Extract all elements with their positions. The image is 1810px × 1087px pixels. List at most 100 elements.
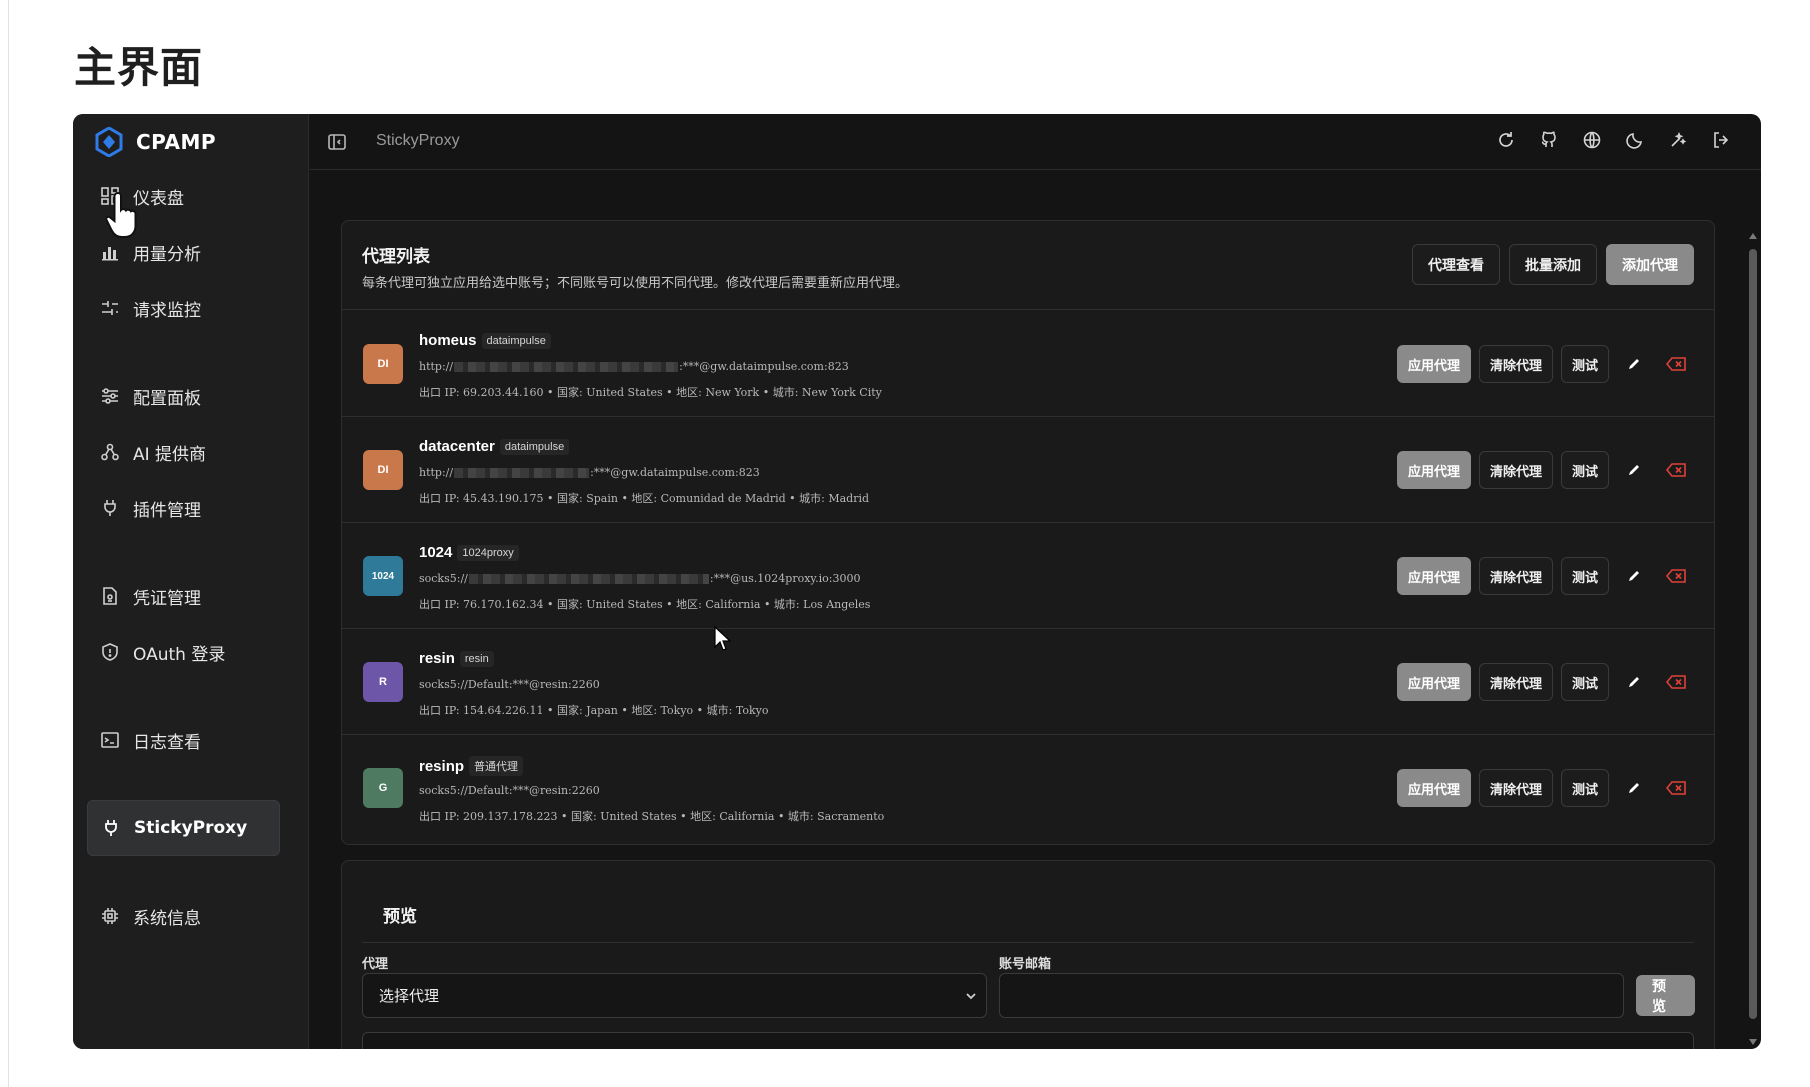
shield-icon (100, 642, 120, 662)
test-proxy-button[interactable]: 测试 (1560, 769, 1609, 807)
preview-title: 预览 (383, 907, 417, 927)
proxy-name: resinp (419, 757, 465, 775)
proxy-name: homeus (419, 332, 477, 349)
sidebar-item-config[interactable]: 配置面板 (87, 368, 280, 424)
sidebar-item-oauth[interactable]: OAuth 登录 (87, 624, 280, 680)
proxy-url: socks5:// :***@us.1024proxy.io:3000 (419, 572, 861, 585)
main-scrollbar[interactable] (1745, 171, 1761, 1049)
delete-icon[interactable] (1659, 345, 1693, 383)
proxy-avatar: R (363, 662, 403, 702)
proxy-field-label: 代理 (362, 957, 389, 972)
sparkle-icon[interactable] (1668, 130, 1688, 150)
proxy-url: socks5://Default:***@resin:2260 (419, 784, 600, 797)
scroll-down-arrow-icon[interactable] (1749, 1039, 1757, 1045)
proxy-row: R resin resin socks5://Default:***@resin… (342, 629, 1714, 735)
github-icon[interactable] (1539, 130, 1559, 150)
edit-icon[interactable] (1617, 663, 1651, 701)
clear-proxy-button[interactable]: 清除代理 (1478, 663, 1553, 701)
topbar-actions (1496, 130, 1731, 150)
sidebar: CPAMP 仪表盘 用量分析 请求监控 配置面板 AI 提供商 插件管理 凭证管… (73, 114, 309, 1049)
test-proxy-button[interactable]: 测试 (1560, 451, 1609, 489)
proxy-url-prefix: socks5://Default:***@resin:2260 (419, 678, 600, 691)
sidebar-item-system-info[interactable]: 系统信息 (87, 888, 280, 944)
email-field-label: 账号邮箱 (999, 957, 1052, 972)
brand-name: CPAMP (136, 130, 217, 154)
logout-icon[interactable] (1711, 130, 1731, 150)
proxy-name-line: datacenter dataimpulse (419, 438, 570, 455)
moon-icon[interactable] (1625, 130, 1645, 150)
globe-icon[interactable] (1582, 130, 1602, 150)
email-input[interactable] (999, 973, 1624, 1018)
edit-icon[interactable] (1617, 557, 1651, 595)
sidebar-item-credentials[interactable]: 凭证管理 (87, 568, 280, 624)
clear-proxy-button[interactable]: 清除代理 (1478, 345, 1553, 383)
clear-proxy-button[interactable]: 清除代理 (1478, 769, 1553, 807)
test-proxy-button[interactable]: 测试 (1560, 663, 1609, 701)
sidebar-item-ai-provider[interactable]: AI 提供商 (87, 424, 280, 480)
scroll-up-arrow-icon[interactable] (1749, 233, 1757, 239)
preview-button[interactable]: 预览 (1636, 975, 1695, 1016)
clear-proxy-button[interactable]: 清除代理 (1478, 451, 1553, 489)
edit-icon[interactable] (1617, 451, 1651, 489)
test-proxy-button[interactable]: 测试 (1560, 557, 1609, 595)
proxy-row: DI homeus dataimpulse http:// :***@gw.da… (342, 311, 1714, 417)
apply-proxy-button[interactable]: 应用代理 (1396, 769, 1471, 807)
sidebar-collapse-icon[interactable] (327, 132, 347, 152)
sidebar-item-label: 系统信息 (133, 908, 201, 929)
proxy-exit-info: 出口 IP: 154.64.226.11 • 国家: Japan • 地区: T… (419, 704, 769, 717)
proxy-name-line: resinp 普通代理 (419, 756, 524, 776)
apply-proxy-button[interactable]: 应用代理 (1396, 451, 1471, 489)
scrollbar-thumb[interactable] (1749, 249, 1757, 1019)
brand[interactable]: CPAMP (94, 126, 216, 158)
bulk-add-button[interactable]: 批量添加 (1509, 244, 1597, 285)
sidebar-item-plugins[interactable]: 插件管理 (87, 480, 280, 536)
proxy-list-card: 代理列表 每条代理可独立应用给选中账号；不同账号可以使用不同代理。修改代理后需要… (341, 220, 1715, 845)
brand-logo-icon (95, 127, 123, 157)
proxy-url-prefix: socks5://Default:***@resin:2260 (419, 784, 600, 797)
bar-chart-icon (100, 242, 120, 262)
mouse-pointer-icon (714, 626, 732, 651)
delete-icon[interactable] (1659, 557, 1693, 595)
test-proxy-button[interactable]: 测试 (1560, 345, 1609, 383)
sidebar-item-label: 插件管理 (133, 500, 201, 521)
sidebar-item-monitor[interactable]: 请求监控 (87, 280, 280, 336)
delete-icon[interactable] (1659, 451, 1693, 489)
proxy-url-prefix: http:// (419, 466, 454, 479)
delete-icon[interactable] (1659, 769, 1693, 807)
proxy-url: socks5://Default:***@resin:2260 (419, 678, 600, 691)
view-proxies-button[interactable]: 代理查看 (1412, 244, 1500, 285)
redacted-credentials (454, 467, 590, 478)
proxy-exit-info: 出口 IP: 76.170.162.34 • 国家: United States… (419, 598, 871, 611)
apply-proxy-button[interactable]: 应用代理 (1396, 663, 1471, 701)
apply-proxy-button[interactable]: 应用代理 (1396, 557, 1471, 595)
refresh-icon[interactable] (1496, 130, 1516, 150)
proxy-name: 1024 (419, 544, 453, 561)
proxy-list-title: 代理列表 (362, 247, 430, 267)
sidebar-item-label: 请求监控 (133, 300, 201, 321)
clear-proxy-button[interactable]: 清除代理 (1478, 557, 1553, 595)
topbar: StickyProxy (310, 114, 1761, 170)
sidebar-item-label: 配置面板 (133, 388, 201, 409)
sidebar-item-stickyproxy[interactable]: StickyProxy (87, 800, 280, 856)
proxy-select[interactable]: 选择代理 (362, 973, 987, 1018)
preview-card: 预览 代理 账号邮箱 选择代理 预览 (341, 860, 1715, 1049)
page-heading: 主界面 (74, 43, 204, 92)
edit-icon[interactable] (1617, 345, 1651, 383)
proxy-provider-tag: dataimpulse (481, 332, 551, 349)
sidebar-item-label: 凭证管理 (133, 588, 201, 609)
proxy-row: DI datacenter dataimpulse http:// :***@g… (342, 417, 1714, 523)
proxy-url: http:// :***@gw.dataimpulse.com:823 (419, 360, 849, 373)
plug-icon (101, 818, 121, 838)
apply-proxy-button[interactable]: 应用代理 (1396, 345, 1471, 383)
proxy-avatar: 1024 (363, 556, 403, 596)
proxy-row-actions: 应用代理 清除代理 测试 (1396, 557, 1693, 595)
sidebar-item-logs[interactable]: 日志查看 (87, 712, 280, 768)
delete-icon[interactable] (1659, 663, 1693, 701)
preview-output-field[interactable] (362, 1032, 1694, 1049)
sidebar-item-label: OAuth 登录 (133, 644, 226, 665)
proxy-list-header: 代理列表 每条代理可独立应用给选中账号；不同账号可以使用不同代理。修改代理后需要… (342, 221, 1714, 310)
sidebar-item-label: 日志查看 (133, 732, 201, 753)
add-proxy-button[interactable]: 添加代理 (1606, 244, 1694, 285)
edit-icon[interactable] (1617, 769, 1651, 807)
proxy-row-actions: 应用代理 清除代理 测试 (1396, 663, 1693, 701)
